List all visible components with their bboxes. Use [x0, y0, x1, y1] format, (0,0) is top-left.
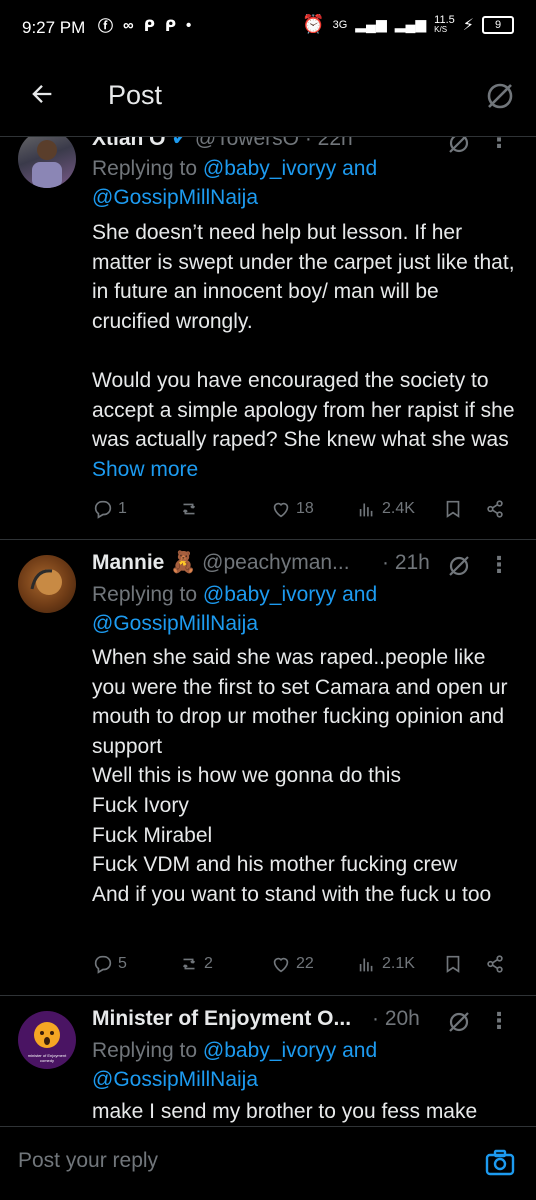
- avatar-caption: minister of Enjoyment comedy: [27, 1053, 67, 1063]
- avatar-photo: [30, 569, 62, 595]
- bookmark-icon[interactable]: [442, 953, 464, 975]
- dot-icon: •: [186, 17, 192, 34]
- view-count: 2.4K: [382, 500, 415, 517]
- reply-input[interactable]: Post your reply: [18, 1149, 158, 1173]
- avatar[interactable]: [18, 555, 76, 613]
- avatar-photo: [32, 140, 62, 188]
- mention-link[interactable]: @baby_ivoryy: [203, 157, 336, 180]
- like-count: 22: [296, 955, 314, 972]
- tweet-actions: 1 18 2.4K: [92, 498, 512, 526]
- grok-icon[interactable]: [484, 80, 516, 112]
- like-button[interactable]: 22: [270, 953, 314, 975]
- heart-icon: [273, 502, 289, 518]
- network-speed: 11.5 K/S: [434, 13, 455, 34]
- reply-count: 5: [118, 955, 127, 972]
- views-button[interactable]: 2.4K: [356, 498, 415, 520]
- timestamp[interactable]: · 21h: [382, 551, 430, 575]
- views-button[interactable]: 2.1K: [356, 953, 415, 975]
- heart-icon: [273, 957, 289, 973]
- show-more-link[interactable]: Show more: [92, 458, 198, 481]
- tweet-text: When she said she was raped..people like…: [92, 646, 508, 906]
- infinity-icon: ∞: [123, 17, 134, 34]
- display-name[interactable]: Minister of Enjoyment O...: [92, 1007, 351, 1030]
- mention-link[interactable]: @baby_ivoryy: [203, 583, 336, 606]
- avatar[interactable]: [18, 130, 76, 188]
- network-type: 3G: [332, 18, 348, 31]
- notification-icons: ⓕ ∞ ᑭ ᑭ •: [98, 15, 191, 36]
- repost-count: 2: [204, 955, 213, 972]
- tweet-text: make I send my brother to you fess make: [92, 1100, 478, 1123]
- facebook-icon: ⓕ: [98, 18, 114, 35]
- reply-button[interactable]: 5: [92, 953, 127, 975]
- mention-link[interactable]: @baby_ivoryy: [203, 1039, 336, 1062]
- views-icon: [359, 503, 373, 517]
- more-options-icon[interactable]: ⋮: [488, 129, 510, 151]
- more-options-icon[interactable]: ⋮: [488, 1010, 510, 1032]
- avatar[interactable]: minister of Enjoyment comedy: [18, 1011, 76, 1069]
- repost-icon: [182, 503, 196, 515]
- replying-to: Replying to @baby_ivoryy and @GossipMill…: [92, 1039, 378, 1091]
- reply-tweet[interactable]: Mannie 🧸 @peachyman... · 21h ⋮ Replying …: [0, 539, 536, 996]
- display-name[interactable]: Mannie 🧸: [92, 551, 196, 574]
- tweet-text: She doesn’t need help but lesson. If her…: [92, 221, 515, 481]
- charging-icon: ⚡: [462, 16, 474, 34]
- back-arrow-icon[interactable]: [28, 80, 56, 108]
- like-count: 18: [296, 500, 314, 517]
- mention-link[interactable]: @GossipMillNaija: [92, 186, 258, 209]
- mention-link[interactable]: @GossipMillNaija: [92, 1068, 258, 1091]
- share-icon[interactable]: [484, 953, 506, 975]
- repost-icon: [182, 958, 196, 970]
- grok-icon[interactable]: [446, 1009, 472, 1035]
- repost-button[interactable]: 2: [178, 953, 213, 975]
- timestamp[interactable]: · 20h: [372, 1007, 420, 1031]
- reply-icon: [94, 500, 112, 519]
- page-title: Post: [108, 80, 163, 110]
- replying-to: Replying to @baby_ivoryy and @GossipMill…: [92, 157, 378, 209]
- views-icon: [359, 958, 373, 972]
- more-options-icon[interactable]: ⋮: [488, 554, 510, 576]
- replying-to: Replying to @baby_ivoryy and @GossipMill…: [92, 583, 378, 635]
- status-bar: 9:27 PM ⓕ ∞ ᑭ ᑭ • ⏰ 3G ▂▄▆ ▂▄▆ 11.5 K/S …: [0, 0, 536, 56]
- view-count: 2.1K: [382, 955, 415, 972]
- battery-icon: 9: [482, 15, 514, 34]
- bookmark-icon[interactable]: [442, 498, 464, 520]
- reply-icon: [94, 955, 112, 974]
- reply-composer: Post your reply: [0, 1126, 536, 1200]
- mention-link[interactable]: @GossipMillNaija: [92, 612, 258, 635]
- p-icon: ᑭ: [143, 17, 155, 35]
- like-button[interactable]: 18: [270, 498, 314, 520]
- p-icon: ᑭ: [164, 17, 177, 35]
- signal-icon: ▂▄▆: [394, 16, 427, 32]
- status-time: 9:27 PM: [22, 18, 86, 37]
- signal-icon: ▂▄▆: [355, 16, 387, 32]
- reply-count: 1: [118, 500, 127, 517]
- user-handle[interactable]: @peachyman...: [202, 551, 349, 574]
- reply-tweet[interactable]: Xtian O ✔ @TowersO · 22h ⋮ Replying to @…: [0, 94, 536, 540]
- alarm-icon: ⏰: [302, 14, 325, 34]
- grok-icon[interactable]: [446, 553, 472, 579]
- tweet-actions: 5 2 22 2.1K: [92, 953, 512, 981]
- camera-icon[interactable]: [484, 1147, 516, 1179]
- system-icons: ⏰ 3G ▂▄▆ ▂▄▆ 11.5 K/S ⚡ 9: [302, 14, 514, 35]
- share-icon[interactable]: [484, 498, 506, 520]
- repost-button[interactable]: [178, 498, 204, 520]
- reply-button[interactable]: 1: [92, 498, 127, 520]
- post-header: Post: [0, 56, 536, 137]
